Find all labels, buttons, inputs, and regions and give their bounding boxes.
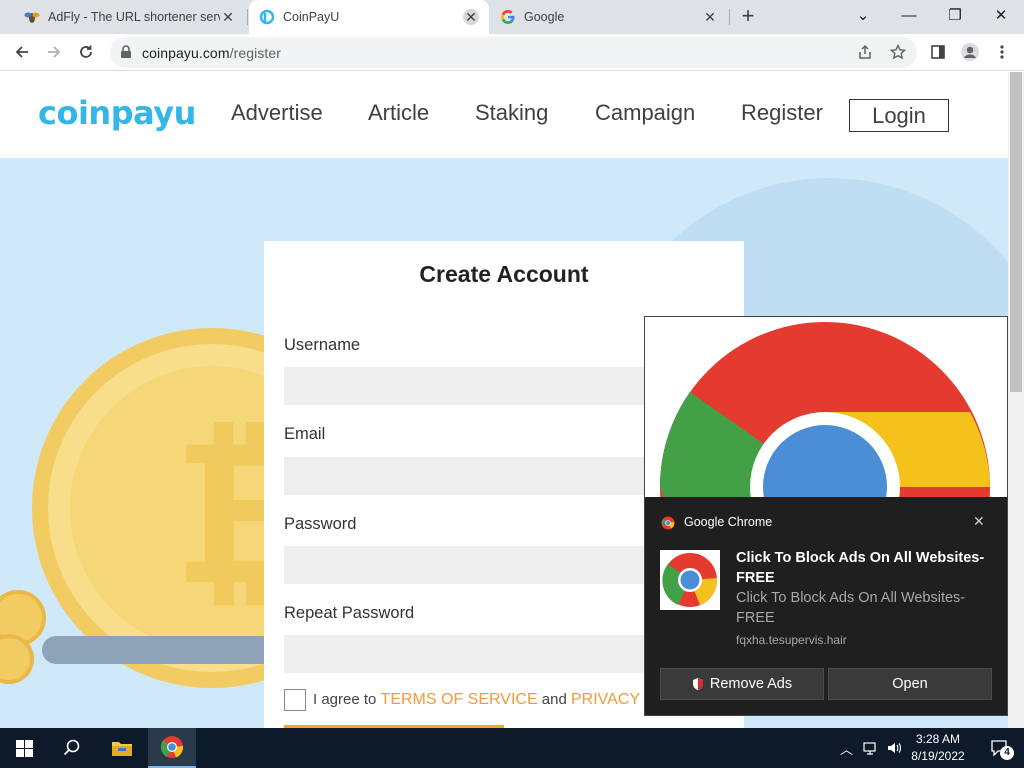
browser-tab-strip: AdFly - The URL shortener service ✕ Coin… bbox=[0, 0, 1024, 34]
forward-arrow-icon bbox=[48, 46, 61, 58]
notification-hero-image bbox=[645, 317, 1007, 497]
notification-body: Google Chrome ✕ Click To Block Ads On Al… bbox=[645, 497, 1007, 715]
new-tab-button[interactable]: + bbox=[737, 5, 759, 27]
browser-toolbar: coinpayu.com/register bbox=[0, 34, 1024, 71]
kebab-menu-icon bbox=[1000, 45, 1004, 59]
folder-icon bbox=[112, 742, 132, 756]
nav-staking[interactable]: Staking bbox=[475, 100, 548, 126]
chrome-notification-popup[interactable]: Google Chrome ✕ Click To Block Ads On Al… bbox=[644, 316, 1008, 716]
nav-campaign[interactable]: Campaign bbox=[595, 100, 695, 126]
restore-button[interactable]: ❐ bbox=[932, 0, 978, 30]
lock-icon[interactable] bbox=[120, 45, 132, 59]
action-center-button[interactable]: 4 bbox=[976, 728, 1024, 768]
search-button[interactable] bbox=[48, 728, 96, 768]
site-header: coinpayu Advertise Article Staking Campa… bbox=[0, 72, 1008, 158]
remove-ads-label: Remove Ads bbox=[709, 676, 793, 692]
coin-shadow bbox=[42, 636, 282, 664]
close-tab-icon[interactable]: ✕ bbox=[220, 9, 236, 25]
adfly-favicon-icon bbox=[24, 12, 40, 23]
clock-time: 3:28 AM bbox=[915, 732, 961, 746]
menu-button[interactable] bbox=[989, 39, 1015, 65]
close-tab-icon[interactable]: ✕ bbox=[702, 9, 718, 25]
notification-chrome-icon bbox=[660, 550, 720, 610]
close-tab-icon[interactable]: ✕ bbox=[463, 9, 479, 25]
terms-of-service-link[interactable]: TERMS OF SERVICE bbox=[381, 691, 538, 708]
back-button[interactable] bbox=[9, 39, 35, 65]
nav-advertise[interactable]: Advertise bbox=[231, 100, 323, 126]
open-button[interactable]: Open bbox=[828, 668, 992, 700]
chrome-logo-large-icon bbox=[659, 322, 990, 497]
file-explorer-button[interactable] bbox=[98, 728, 146, 768]
reload-icon bbox=[80, 45, 92, 58]
tab-search-button[interactable]: ⌄ bbox=[840, 0, 886, 30]
chrome-small-icon bbox=[661, 516, 675, 530]
tab-title: Google bbox=[524, 10, 565, 24]
system-clock[interactable]: 3:28 AM 8/19/2022 bbox=[905, 731, 971, 765]
google-favicon-icon bbox=[501, 10, 515, 24]
shield-icon bbox=[692, 678, 703, 690]
privacy-policy-link[interactable]: PRIVACY P bbox=[571, 691, 655, 708]
agree-text: I agree to TERMS OF SERVICE and PRIVACY … bbox=[313, 691, 655, 709]
tab-coinpayu[interactable]: CoinPayU ✕ bbox=[249, 0, 489, 34]
tab-adfly[interactable]: AdFly - The URL shortener service ✕ bbox=[14, 0, 246, 34]
chrome-icon bbox=[662, 553, 718, 607]
minimize-button[interactable]: — bbox=[886, 0, 932, 30]
tab-title: CoinPayU bbox=[283, 10, 340, 24]
show-hidden-icons-chevron-icon[interactable]: ︿ bbox=[840, 739, 853, 758]
close-window-button[interactable]: ✕ bbox=[978, 0, 1024, 30]
profile-avatar-icon bbox=[961, 43, 979, 61]
network-icon[interactable] bbox=[863, 740, 879, 756]
page-scrollbar[interactable] bbox=[1008, 72, 1024, 728]
password-input[interactable] bbox=[284, 546, 704, 584]
url-path: /register bbox=[229, 45, 282, 61]
url-text: coinpayu.com/register bbox=[142, 45, 281, 61]
repeat-password-input[interactable] bbox=[284, 635, 704, 673]
side-panel-icon bbox=[931, 45, 945, 59]
windows-taskbar: ︿ 3:28 AM 8/19/2022 4 bbox=[0, 728, 1024, 768]
nav-register[interactable]: Register bbox=[741, 100, 823, 126]
notification-count-badge: 4 bbox=[1000, 746, 1014, 760]
address-bar[interactable]: coinpayu.com/register bbox=[110, 37, 917, 68]
start-button[interactable] bbox=[0, 728, 48, 768]
password-label: Password bbox=[284, 515, 357, 533]
agree-prefix: I agree to bbox=[313, 691, 381, 708]
volume-icon[interactable] bbox=[886, 740, 902, 756]
coinpayu-logo[interactable]: coinpayu bbox=[38, 94, 196, 132]
share-icon[interactable] bbox=[857, 44, 873, 60]
tab-title: AdFly - The URL shortener service bbox=[48, 10, 220, 24]
notification-source: fqxha.tesupervis.hair bbox=[736, 633, 847, 647]
tab-separator bbox=[247, 9, 248, 25]
email-label: Email bbox=[284, 425, 326, 443]
agree-and: and bbox=[537, 691, 571, 708]
windows-logo-icon bbox=[15, 739, 33, 757]
notification-message: Click To Block Ads On All Websites-FREE bbox=[736, 590, 966, 626]
email-input[interactable] bbox=[284, 457, 704, 495]
tab-separator bbox=[729, 9, 730, 25]
back-arrow-icon bbox=[15, 46, 28, 58]
profile-button[interactable] bbox=[957, 39, 983, 65]
repeat-password-label: Repeat Password bbox=[284, 604, 415, 622]
remove-ads-button[interactable]: Remove Ads bbox=[660, 668, 824, 700]
forward-button[interactable] bbox=[41, 39, 67, 65]
nav-article[interactable]: Article bbox=[368, 100, 429, 126]
url-host: coinpayu.com bbox=[142, 45, 230, 61]
clock-date: 8/19/2022 bbox=[911, 749, 965, 763]
agree-checkbox[interactable] bbox=[284, 689, 306, 711]
chrome-icon bbox=[160, 736, 184, 758]
side-panel-button[interactable] bbox=[925, 39, 951, 65]
coinpayu-favicon-icon bbox=[259, 9, 275, 25]
login-button[interactable]: Login bbox=[849, 99, 949, 132]
notification-close-icon[interactable]: ✕ bbox=[973, 513, 985, 530]
username-input[interactable] bbox=[284, 367, 704, 405]
page-title: Create Account bbox=[419, 261, 589, 287]
tab-google[interactable]: Google ✕ bbox=[490, 0, 728, 34]
reload-button[interactable] bbox=[73, 39, 99, 65]
search-icon bbox=[63, 739, 80, 756]
chrome-taskbar-button[interactable] bbox=[148, 728, 196, 768]
scrollbar-thumb[interactable] bbox=[1010, 72, 1022, 392]
bookmark-star-icon[interactable] bbox=[890, 44, 906, 60]
notification-title: Click To Block Ads On All Websites-FREE bbox=[736, 550, 985, 586]
notification-app-name: Google Chrome bbox=[684, 515, 773, 529]
username-label: Username bbox=[284, 336, 361, 354]
